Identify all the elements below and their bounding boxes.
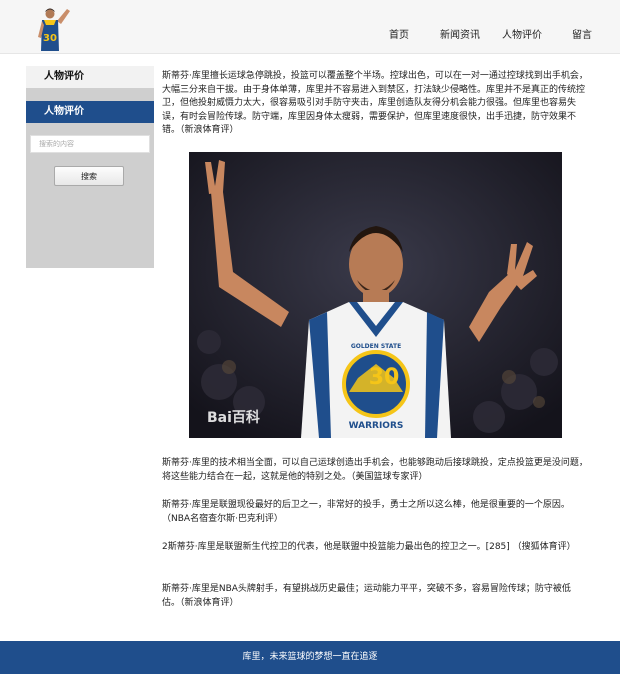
review-paragraph: 2斯蒂芬·库里是联盟新生代控卫的代表，他是联盟中投篮能力最出色的控卫之一。[28… — [162, 542, 576, 552]
jersey-name-text: WARRIORS — [349, 421, 404, 431]
site-footer: 库里，未来篮球的梦想一直在追逐 — [0, 641, 620, 674]
main-nav: 首页 新闻资讯 人物评价 留言 — [0, 29, 620, 43]
search-button[interactable]: 搜索 — [54, 166, 124, 186]
sidebar-title: 人物评价 — [26, 66, 154, 88]
review-paragraph: 斯蒂芬·库里擅长运球急停跳投，投篮可以覆盖整个半场。控球出色，可以在一对一通过控… — [162, 71, 588, 135]
player-logo-icon[interactable]: 30 — [27, 3, 75, 51]
sidebar-item-character-review[interactable]: 人物评价 — [26, 101, 154, 123]
nav-home[interactable]: 首页 — [389, 29, 409, 43]
nav-character-review[interactable]: 人物评价 — [502, 29, 542, 43]
nav-news[interactable]: 新闻资讯 — [440, 29, 480, 43]
review-paragraph: 斯蒂芬·库里的技术相当全面，可以自己运球创造出手机会，也能够跑动后接球跳投，定点… — [162, 458, 588, 482]
footer-slogan: 库里，未来篮球的梦想一直在追逐 — [242, 652, 378, 662]
nav-message-board[interactable]: 留言 — [572, 29, 592, 43]
player-photo: 30 GOLDEN STATE WARRIORS Bai百科 — [189, 152, 562, 438]
search-input[interactable] — [30, 135, 150, 153]
sidebar: 人物评价 人物评价 搜索 — [26, 66, 154, 268]
baidu-watermark: Bai百科 — [207, 409, 260, 426]
jersey-number: 30 — [369, 365, 400, 390]
site-header: 30 首页 新闻资讯 人物评价 留言 — [0, 0, 620, 54]
review-paragraph: 斯蒂芬·库里是NBA头牌射手，有望挑战历史最佳；运动能力平平，突破不多，容易冒险… — [162, 584, 571, 608]
jersey-team-text: GOLDEN STATE — [351, 343, 401, 350]
review-paragraph: 斯蒂芬·库里是联盟现役最好的后卫之一，非常好的投手，勇士之所以这么棒，他是很重要… — [162, 500, 570, 524]
